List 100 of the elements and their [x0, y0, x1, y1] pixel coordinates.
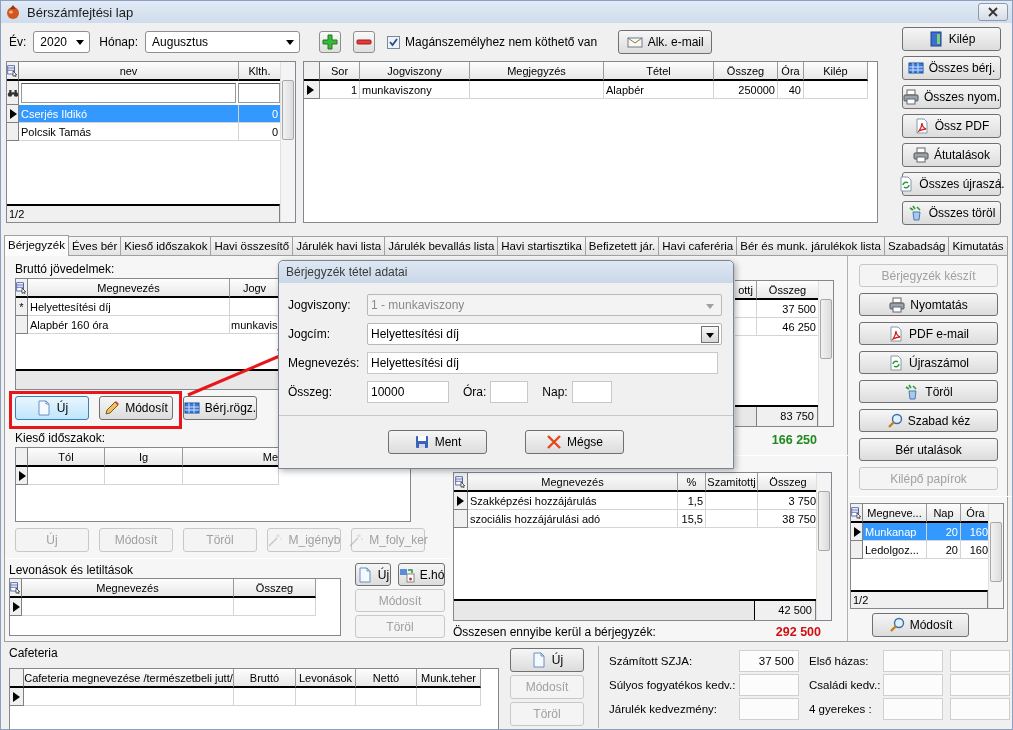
column-header[interactable]: Nettó [356, 669, 417, 688]
table-cell[interactable]: Polcsik Tamás [19, 123, 239, 141]
column-header[interactable]: Munk.teher [417, 669, 481, 688]
close-button[interactable] [978, 3, 1008, 21]
column-header[interactable]: Me [183, 448, 279, 467]
filter-field[interactable] [238, 83, 280, 103]
exit-button[interactable]: Kilép [902, 27, 1001, 51]
column-header[interactable]: Megneve... [863, 504, 927, 523]
column-header[interactable]: % [678, 473, 706, 492]
column-header[interactable]: Összeg [234, 579, 316, 598]
row-indicator[interactable] [304, 81, 320, 99]
wage-transfers-button[interactable]: Bér utalások [859, 438, 998, 461]
column-header[interactable]: Óra [961, 504, 991, 523]
remove-button[interactable] [353, 31, 376, 53]
tab[interactable]: Éves bér [67, 236, 122, 255]
recalculate-button[interactable]: Újraszámol [859, 351, 998, 374]
input-field[interactable] [883, 698, 943, 720]
print-all-button[interactable]: Összes nyom. [902, 85, 1001, 109]
month-dropdown[interactable]: Augusztus [145, 31, 301, 53]
column-header[interactable]: Nap [927, 504, 961, 523]
save-button[interactable]: Ment [388, 430, 487, 454]
input-field[interactable] [739, 698, 799, 720]
column-header[interactable]: Megnevezés [28, 279, 230, 298]
column-header[interactable]: Tól [28, 448, 105, 467]
pdf-email-button[interactable]: PDF e-mail [859, 322, 998, 345]
new-button[interactable]: Új [510, 648, 584, 672]
edit-button[interactable]: Módosít [872, 613, 969, 637]
row-indicator[interactable] [7, 105, 19, 123]
checkbox[interactable] [387, 35, 401, 49]
tab[interactable]: Bérjegyzék [4, 235, 69, 256]
edit-button[interactable]: Módosít [99, 396, 173, 420]
column-header[interactable]: Bruttó [234, 669, 296, 688]
delete-all-button[interactable]: Összes töröl [902, 201, 1001, 225]
column-header[interactable]: Ig [105, 448, 183, 467]
email-button[interactable]: Alk. e-mail [618, 30, 713, 54]
row-indicator[interactable] [16, 467, 28, 485]
tab[interactable]: Havi összesítő [210, 236, 294, 255]
year-dropdown[interactable]: 2020 [33, 31, 91, 53]
tab[interactable]: Havi startisztika [497, 236, 586, 255]
input-field[interactable] [883, 674, 943, 696]
column-header[interactable]: Klth. [239, 62, 281, 81]
scrollbar[interactable] [818, 281, 833, 426]
new-button[interactable]: Új [15, 396, 89, 420]
column-header[interactable]: Megnevezés [468, 473, 678, 492]
scrollbar[interactable] [280, 62, 295, 222]
payslip-record-button[interactable]: Bérj.rögz. [183, 396, 257, 420]
column-header[interactable]: Jogv [230, 279, 279, 298]
input-field[interactable] [883, 650, 943, 672]
input-field[interactable]: 10000 [367, 381, 449, 403]
row-indicator[interactable] [851, 523, 863, 541]
column-header[interactable]: Megnevezés [22, 579, 234, 598]
scrollbar[interactable] [816, 473, 831, 620]
column-header[interactable]: Kilép [804, 62, 868, 81]
tab[interactable]: Kieső időszakok [120, 236, 212, 255]
filter-field[interactable] [21, 83, 236, 103]
column-header[interactable]: Összeg [758, 473, 819, 492]
table-cell[interactable]: 20 [927, 541, 961, 559]
column-header[interactable]: Összeg [714, 62, 778, 81]
column-header[interactable]: Összeg [757, 281, 819, 300]
row-indicator[interactable] [10, 688, 24, 706]
tab[interactable]: Kimutatás [948, 236, 1008, 255]
input-field[interactable] [571, 381, 612, 403]
column-header[interactable]: Szamitottj [706, 473, 758, 492]
input-field[interactable] [950, 650, 1010, 672]
column-header[interactable]: Megjegyzés [470, 62, 604, 81]
tab[interactable]: Bér és munk. járulékok lista [736, 236, 885, 255]
column-header[interactable]: Levonások [296, 669, 356, 688]
tab[interactable]: Járulék havi lista [292, 236, 386, 255]
input-field[interactable]: Helyettesítési díj [367, 352, 718, 374]
add-button[interactable] [319, 31, 342, 53]
input-field[interactable] [950, 674, 1010, 696]
free-hand-button[interactable]: Szabad kéz [859, 409, 998, 432]
tab[interactable]: Járulék bevallás lista [384, 236, 499, 255]
cancel-button[interactable]: Mégse [525, 430, 624, 454]
print-button[interactable]: Nyomtatás [859, 293, 998, 316]
dropdown-field[interactable]: Helyettesítési díj [367, 323, 722, 345]
column-header[interactable]: nev [19, 62, 239, 81]
column-header[interactable]: Óra [778, 62, 804, 81]
column-header[interactable]: Jogviszony [360, 62, 470, 81]
input-field[interactable] [739, 674, 799, 696]
column-header[interactable]: Sor [320, 62, 360, 81]
input-field[interactable]: 37 500 [739, 650, 799, 672]
all-payslips-button[interactable]: Összes bérj. [902, 56, 1001, 80]
row-indicator[interactable] [454, 492, 468, 510]
scrollbar[interactable] [988, 504, 1003, 608]
all-pdf-button[interactable]: Össz PDF [902, 114, 1001, 138]
column-header[interactable]: Tétel [604, 62, 714, 81]
previous-month-button[interactable]: E.hó [398, 563, 445, 586]
column-header[interactable]: ottj [735, 281, 757, 300]
tab[interactable]: Havi caferéria [658, 236, 738, 255]
input-field[interactable] [490, 381, 529, 403]
row-indicator[interactable] [10, 598, 22, 616]
transfers-button[interactable]: Átutalások [902, 143, 1001, 167]
tab[interactable]: Befizetett jár. [584, 236, 660, 255]
delete-button[interactable]: Töröl [859, 380, 998, 403]
input-field[interactable] [950, 698, 1010, 720]
row-indicator[interactable]: * [16, 298, 28, 316]
table-cell[interactable]: Ledolgoz... [863, 541, 927, 559]
column-header[interactable]: Cafeteria megnevezése /természetbeli jutt/ [24, 669, 234, 688]
tab[interactable]: Szabadság [883, 236, 950, 255]
